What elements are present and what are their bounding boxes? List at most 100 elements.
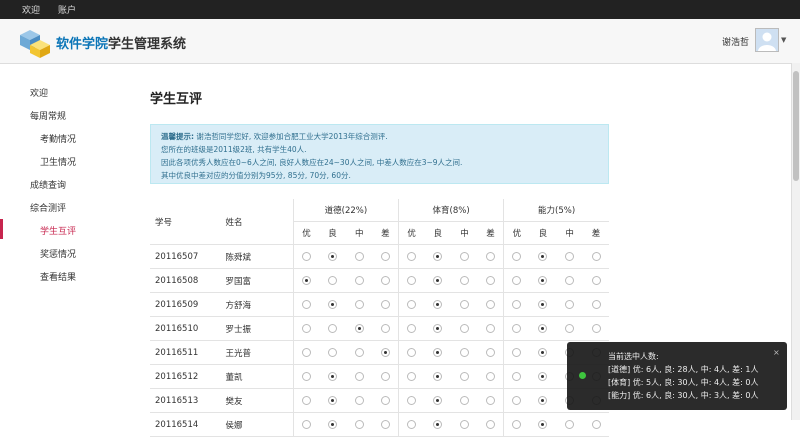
- sidebar-item[interactable]: 成绩查询: [30, 178, 66, 191]
- grade-radio[interactable]: [380, 371, 390, 381]
- grade-radio[interactable]: [486, 419, 496, 429]
- grade-radio[interactable]: [512, 323, 522, 333]
- scrollbar-thumb[interactable]: [793, 71, 799, 181]
- grade-radio[interactable]: [354, 251, 364, 261]
- grade-radio[interactable]: [433, 299, 443, 309]
- grade-radio[interactable]: [486, 395, 496, 405]
- grade-radio[interactable]: [459, 323, 469, 333]
- grade-radio[interactable]: [538, 299, 548, 309]
- close-icon[interactable]: ×: [773, 348, 780, 357]
- grade-radio[interactable]: [407, 395, 417, 405]
- grade-radio[interactable]: [591, 275, 601, 285]
- sidebar-item[interactable]: 学生互评: [40, 224, 76, 237]
- grade-radio[interactable]: [459, 347, 469, 357]
- grade-radio[interactable]: [486, 251, 496, 261]
- grade-radio[interactable]: [433, 251, 443, 261]
- grade-radio[interactable]: [328, 395, 338, 405]
- grade-radio[interactable]: [354, 371, 364, 381]
- grade-radio[interactable]: [407, 323, 417, 333]
- grade-radio[interactable]: [459, 275, 469, 285]
- grade-radio[interactable]: [328, 347, 338, 357]
- grade-radio[interactable]: [591, 251, 601, 261]
- grade-radio[interactable]: [407, 299, 417, 309]
- sidebar-item[interactable]: 查看结果: [40, 270, 76, 283]
- grade-radio[interactable]: [565, 299, 575, 309]
- grade-radio[interactable]: [380, 323, 390, 333]
- grade-radio[interactable]: [538, 419, 548, 429]
- grade-radio[interactable]: [407, 251, 417, 261]
- grade-radio[interactable]: [486, 371, 496, 381]
- grade-radio[interactable]: [328, 251, 338, 261]
- grade-radio[interactable]: [407, 275, 417, 285]
- grade-radio[interactable]: [433, 371, 443, 381]
- user-name[interactable]: 谢浩哲: [722, 35, 749, 48]
- grade-radio[interactable]: [301, 299, 311, 309]
- grade-radio[interactable]: [407, 419, 417, 429]
- grade-radio[interactable]: [354, 299, 364, 309]
- nav-account-link[interactable]: 账户: [58, 3, 76, 16]
- grade-radio[interactable]: [538, 371, 548, 381]
- grade-radio[interactable]: [486, 275, 496, 285]
- grade-radio[interactable]: [512, 347, 522, 357]
- grade-radio[interactable]: [459, 251, 469, 261]
- grade-radio[interactable]: [512, 371, 522, 381]
- grade-radio[interactable]: [591, 323, 601, 333]
- grade-radio[interactable]: [354, 395, 364, 405]
- grade-radio[interactable]: [328, 371, 338, 381]
- grade-radio[interactable]: [591, 419, 601, 429]
- grade-radio[interactable]: [301, 395, 311, 405]
- grade-radio[interactable]: [328, 275, 338, 285]
- grade-radio[interactable]: [433, 275, 443, 285]
- sidebar-item[interactable]: 考勤情况: [40, 132, 76, 145]
- grade-radio[interactable]: [380, 299, 390, 309]
- grade-radio[interactable]: [565, 251, 575, 261]
- sidebar-item[interactable]: 卫生情况: [40, 155, 76, 168]
- grade-radio[interactable]: [459, 419, 469, 429]
- grade-radio[interactable]: [328, 299, 338, 309]
- grade-radio[interactable]: [407, 371, 417, 381]
- grade-radio[interactable]: [433, 395, 443, 405]
- grade-radio[interactable]: [380, 251, 390, 261]
- grade-radio[interactable]: [538, 323, 548, 333]
- grade-radio[interactable]: [512, 299, 522, 309]
- grade-radio[interactable]: [354, 347, 364, 357]
- nav-welcome-link[interactable]: 欢迎: [22, 3, 40, 16]
- grade-radio[interactable]: [301, 419, 311, 429]
- grade-radio[interactable]: [354, 323, 364, 333]
- grade-radio[interactable]: [328, 419, 338, 429]
- grade-radio[interactable]: [565, 419, 575, 429]
- grade-radio[interactable]: [301, 371, 311, 381]
- grade-radio[interactable]: [301, 275, 311, 285]
- grade-radio[interactable]: [565, 275, 575, 285]
- brand-title[interactable]: 软件学院学生管理系统: [56, 33, 186, 52]
- grade-radio[interactable]: [538, 251, 548, 261]
- sidebar-item[interactable]: 欢迎: [30, 86, 48, 99]
- grade-radio[interactable]: [407, 347, 417, 357]
- grade-radio[interactable]: [486, 323, 496, 333]
- grade-radio[interactable]: [380, 395, 390, 405]
- grade-radio[interactable]: [380, 275, 390, 285]
- grade-radio[interactable]: [538, 347, 548, 357]
- grade-radio[interactable]: [512, 251, 522, 261]
- sidebar-item[interactable]: 每周常规: [30, 109, 66, 122]
- sidebar-item[interactable]: 综合测评: [30, 201, 66, 214]
- scrollbar[interactable]: [791, 63, 800, 420]
- chevron-down-icon[interactable]: ▼: [781, 36, 786, 44]
- grade-radio[interactable]: [380, 347, 390, 357]
- grade-radio[interactable]: [459, 395, 469, 405]
- grade-radio[interactable]: [354, 275, 364, 285]
- grade-radio[interactable]: [380, 419, 390, 429]
- grade-radio[interactable]: [301, 323, 311, 333]
- grade-radio[interactable]: [512, 395, 522, 405]
- grade-radio[interactable]: [512, 419, 522, 429]
- grade-radio[interactable]: [301, 251, 311, 261]
- avatar-icon[interactable]: [755, 28, 779, 52]
- grade-radio[interactable]: [459, 371, 469, 381]
- grade-radio[interactable]: [565, 323, 575, 333]
- grade-radio[interactable]: [486, 299, 496, 309]
- sidebar-item[interactable]: 奖惩情况: [40, 247, 76, 260]
- grade-radio[interactable]: [591, 299, 601, 309]
- grade-radio[interactable]: [328, 323, 338, 333]
- grade-radio[interactable]: [538, 275, 548, 285]
- grade-radio[interactable]: [433, 323, 443, 333]
